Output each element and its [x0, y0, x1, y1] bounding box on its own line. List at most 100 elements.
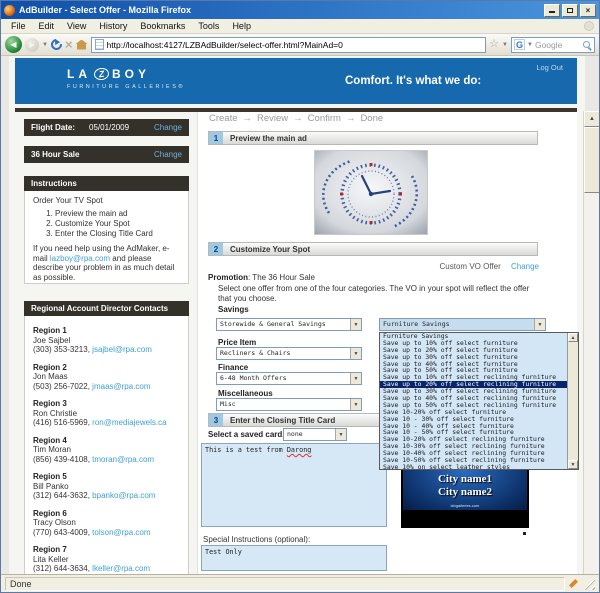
- menu-item[interactable]: Bookmarks: [134, 20, 191, 32]
- help-email-link[interactable]: lazboy@rpa.com: [50, 254, 110, 263]
- miscellaneous-select[interactable]: Misc ▼: [216, 398, 362, 411]
- vertical-scrollbar[interactable]: ▲ ▼: [583, 111, 599, 576]
- address-bar[interactable]: http://localhost:4127/LZBAdBuilder/selec…: [91, 37, 487, 53]
- menu-item[interactable]: Tools: [192, 20, 225, 32]
- google-logo-icon[interactable]: G: [514, 39, 525, 50]
- instructions-intro: Order Your TV Spot: [33, 196, 180, 206]
- search-engine-dropdown-icon[interactable]: ▼: [527, 42, 533, 48]
- offer-option[interactable]: Save up to 20% off select reclining furn…: [380, 381, 567, 388]
- scroll-up-icon[interactable]: ▲: [568, 333, 578, 342]
- offer-option[interactable]: Save 10-40% off select reclining furnitu…: [380, 450, 567, 457]
- breadcrumb-item: Review: [238, 113, 289, 124]
- contact-line: (312) 644-3634, lkeller@rpa.com: [33, 564, 180, 574]
- flight-date-change-link[interactable]: Change: [154, 123, 182, 132]
- offer-option[interactable]: Save up to 50% off select reclining furn…: [380, 402, 567, 409]
- contact-email-link[interactable]: jmaas@rpa.com: [92, 382, 150, 391]
- search-box[interactable]: G ▼ Google: [511, 37, 595, 53]
- offer-option[interactable]: Save 10 - 40% off select furniture: [380, 423, 567, 430]
- close-button[interactable]: ×: [580, 4, 596, 17]
- special-instructions-textarea[interactable]: Test Only: [201, 545, 387, 571]
- menu-item[interactable]: History: [93, 20, 133, 32]
- title-card-textarea[interactable]: This is a test from Darong: [201, 443, 387, 527]
- custom-vo-change-link[interactable]: Change: [511, 262, 539, 271]
- bookmark-star-icon[interactable]: ☆: [489, 39, 499, 50]
- offer-option[interactable]: Save up to 20% off select furniture: [380, 347, 567, 354]
- savings-select[interactable]: Storewide & General Savings ▼: [216, 318, 362, 331]
- dropdown-arrow-icon[interactable]: ▼: [350, 319, 361, 330]
- dropdown-arrow-icon[interactable]: ▼: [335, 429, 346, 440]
- forward-button[interactable]: ▶: [25, 38, 39, 52]
- saved-card-label: Select a saved card.: [208, 430, 285, 439]
- offer-option[interactable]: Save 10 - 50% off select furniture: [380, 429, 567, 436]
- finance-select[interactable]: 6-48 Month Offers ▼: [216, 372, 362, 385]
- offer-option[interactable]: Save up to 40% off select furniture: [380, 361, 567, 368]
- dropdown-arrow-icon[interactable]: ▼: [350, 348, 361, 359]
- offer-option[interactable]: Save 10-50% off select reclining furnitu…: [380, 457, 567, 464]
- contact-email-link[interactable]: lkeller@rpa.com: [92, 564, 150, 573]
- main-ad-preview[interactable]: [314, 150, 428, 235]
- contact-line: (312) 644-3632, bpanko@rpa.com: [33, 491, 180, 501]
- contact-email-link[interactable]: bpanko@rpa.com: [92, 491, 155, 500]
- bookmark-dropdown-icon[interactable]: ▼: [502, 42, 508, 48]
- clock-ad-image: [315, 151, 427, 234]
- menu-item[interactable]: View: [61, 20, 92, 32]
- url-text[interactable]: http://localhost:4127/LZBAdBuilder/selec…: [107, 40, 343, 50]
- offer-option[interactable]: Save 10-20% off select furniture: [380, 409, 567, 416]
- scrollbar-thumb[interactable]: [584, 127, 599, 193]
- sale-change-link[interactable]: Change: [154, 150, 182, 159]
- home-icon[interactable]: [76, 40, 88, 50]
- dropdown-scrollbar[interactable]: ▲ ▼: [567, 333, 578, 469]
- menu-item[interactable]: Edit: [33, 20, 61, 32]
- offer-options: Furniture SavingsSave up to 10% off sele…: [380, 333, 567, 469]
- scroll-down-icon[interactable]: ▼: [568, 460, 578, 469]
- title-bar[interactable]: AdBuilder - Select Offer - Mozilla Firef…: [1, 1, 599, 19]
- menu-item[interactable]: File: [5, 20, 32, 32]
- dropdown-arrow-icon[interactable]: ▼: [350, 399, 361, 410]
- breadcrumb-item: Done: [341, 113, 383, 124]
- instructions-header: Instructions: [24, 176, 189, 191]
- dropdown-arrow-icon[interactable]: ▼: [350, 373, 361, 384]
- contact-email-link[interactable]: tolson@rpa.com: [92, 528, 150, 537]
- price-item-label: Price Item: [218, 338, 256, 347]
- resize-grip[interactable]: [582, 577, 595, 590]
- extension-icon[interactable]: [569, 579, 578, 588]
- menu-item[interactable]: Help: [226, 20, 257, 32]
- offer-option[interactable]: Save 10-30% off select reclining furnitu…: [380, 443, 567, 450]
- page: LA Z BOY FURNITURE GALLERIES® Comfort. I…: [9, 56, 585, 576]
- saved-card-select[interactable]: none ▼: [283, 428, 347, 441]
- offer-option[interactable]: Save up to 50% off select furniture: [380, 367, 567, 374]
- promotion-line: Promotion: The 36 Hour Sale: [208, 273, 315, 282]
- offer-option[interactable]: Save up to 10% off select furniture: [380, 340, 567, 347]
- offer-option[interactable]: Save 10 - 30% off select furniture: [380, 416, 567, 423]
- dropdown-arrow-icon[interactable]: ▼: [534, 319, 545, 330]
- minimize-button[interactable]: [544, 4, 560, 17]
- history-dropdown-icon[interactable]: ▼: [42, 42, 48, 48]
- offer-option[interactable]: Save up to 30% off select reclining furn…: [380, 388, 567, 395]
- status-bar: Done: [1, 574, 599, 592]
- contact-email-link[interactable]: tmoran@rpa.com: [92, 455, 154, 464]
- contact-entry: Region 5 Bill Panko (312) 644-3632, bpan…: [33, 472, 180, 501]
- back-button[interactable]: ◀: [5, 36, 22, 53]
- logout-link[interactable]: Log Out: [536, 63, 563, 72]
- offer-option[interactable]: Save up to 40% off select reclining furn…: [380, 395, 567, 402]
- offer-select[interactable]: Furniture Savings ▼: [379, 318, 546, 331]
- maximize-button[interactable]: [562, 4, 578, 17]
- offer-option[interactable]: Save up to 10% off select reclining furn…: [380, 374, 567, 381]
- scroll-up-icon[interactable]: ▲: [584, 111, 599, 127]
- contact-region: Region 7: [33, 545, 180, 555]
- instruction-step: Enter the Closing Title Card: [55, 229, 180, 239]
- stop-icon[interactable]: ×: [65, 38, 73, 51]
- contact-line: (503) 256-7022, jmaas@rpa.com: [33, 382, 180, 392]
- contact-email-link[interactable]: jsajbel@rpa.com: [92, 345, 152, 354]
- search-icon[interactable]: [583, 41, 590, 48]
- city-card-url: lzbgalleries.com: [403, 503, 527, 508]
- offer-option[interactable]: Furniture Savings: [380, 333, 567, 340]
- contact-region: Region 1: [33, 326, 180, 336]
- offer-option[interactable]: Save up to 30% off select furniture: [380, 354, 567, 361]
- reload-icon[interactable]: [49, 37, 64, 52]
- price-item-select[interactable]: Recliners & Chairs ▼: [216, 347, 362, 360]
- offer-option[interactable]: Save 10-20% off select reclining furnitu…: [380, 436, 567, 443]
- search-input[interactable]: Google: [535, 40, 581, 50]
- contact-email-link[interactable]: ron@mediajewels.ca: [92, 418, 166, 427]
- offer-option[interactable]: Save 10% on select leather styles: [380, 464, 567, 469]
